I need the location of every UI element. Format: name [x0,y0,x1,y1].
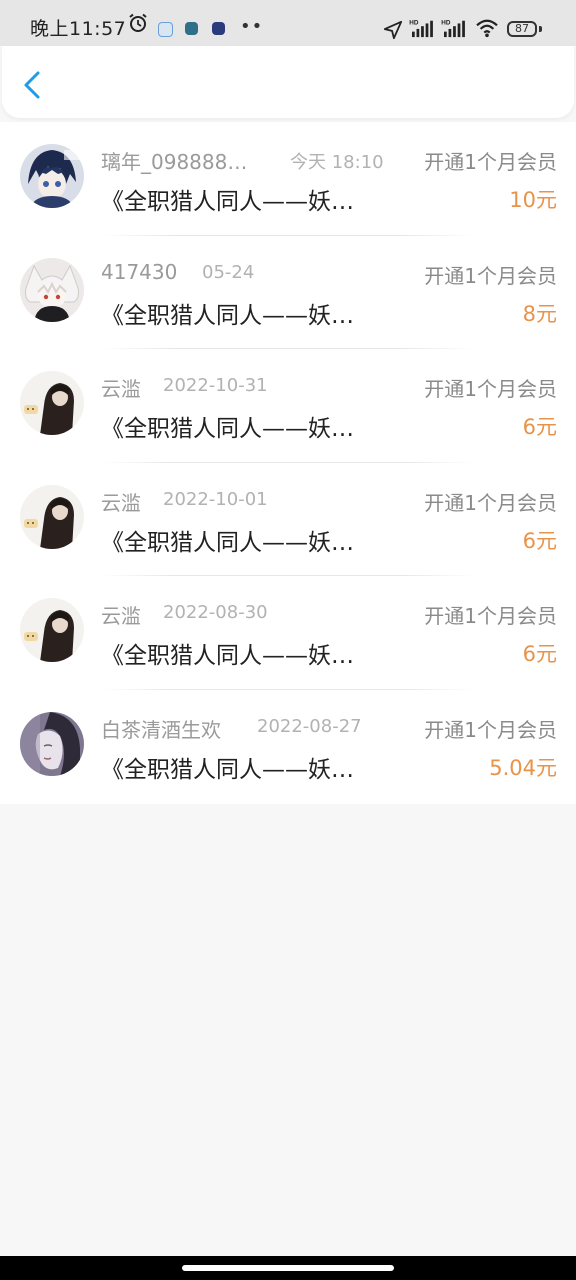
avatar[interactable] [20,598,84,663]
record-amount: 6元 [522,415,557,440]
avatar[interactable] [20,711,84,776]
record-meta-row: 白茶清酒生欢 2022-08-27 开通1个月会员 [101,712,557,743]
book-title: 《全职猎人同人——妖… [101,529,354,556]
list-item[interactable]: 云滥 2022-10-31 开通1个月会员 《全职猎人同人——妖… 6元 [0,349,576,463]
record-date: 2022-08-27 [257,715,362,737]
book-title: 《全职猎人同人——妖… [101,189,354,215]
back-button[interactable] [16,68,50,102]
location-icon [383,20,403,40]
app-notif-icon [158,22,173,37]
record-action: 开通1个月会员 [424,263,557,288]
record-action: 开通1个月会员 [424,150,557,174]
record-action: 开通1个月会员 [424,377,557,402]
record-meta-row: 417430 05-24 开通1个月会员 [101,258,557,288]
record-amount: 6元 [522,642,557,667]
status-bar: 晚上11:57 •• HD HD 87 [0,0,576,46]
record-amount: 8元 [522,301,557,326]
list-item[interactable]: 云滥 2022-10-01 开通1个月会员 《全职猎人同人——妖… 6元 [0,463,576,577]
record-amount: 5.04元 [489,755,557,780]
record-date: 今天 18:10 [290,152,384,173]
record-date: 2022-10-01 [163,488,268,510]
chevron-left-icon [24,71,40,99]
record-meta-row: 云滥 2022-08-30 开通1个月会员 [101,598,557,629]
record-detail-row: 《全职猎人同人——妖… 6元 [101,636,557,669]
header [2,46,574,118]
list-item[interactable]: 417430 05-24 开通1个月会员 《全职猎人同人——妖… 8元 [0,236,576,350]
record-amount: 6元 [522,528,557,553]
username[interactable]: 云滥 [101,373,141,402]
username[interactable]: 云滥 [101,600,141,629]
username[interactable]: 417430 [101,260,177,284]
record-detail-row: 《全职猎人同人——妖… 8元 [101,296,557,329]
book-title: 《全职猎人同人——妖… [101,643,354,670]
list-item[interactable]: 白茶清酒生欢 2022-08-27 开通1个月会员 《全职猎人同人——妖… 5.… [0,690,576,804]
hd-signal-icon: HD [441,19,465,38]
record-action: 开通1个月会员 [424,717,557,742]
book-title: 《全职猎人同人——妖… [101,302,354,329]
book-title: 《全职猎人同人——妖… [101,756,354,783]
membership-record-list: 璃年_098888… 今天 18:10 开通1个月会员 《全职猎人同人——妖… … [0,122,576,804]
status-time: 晚上11:57 [30,18,127,40]
username[interactable]: 白茶清酒生欢 [101,714,221,743]
record-detail-row: 《全职猎人同人——妖… 6元 [101,409,557,442]
record-detail-row: 《全职猎人同人——妖… 5.04元 [101,750,557,783]
more-icon: •• [240,16,264,37]
list-item[interactable]: 璃年_098888… 今天 18:10 开通1个月会员 《全职猎人同人——妖… … [0,122,576,236]
username[interactable]: 云滥 [101,487,141,516]
avatar[interactable] [20,484,84,549]
record-detail-row: 《全职猎人同人——妖… 6元 [101,523,557,556]
wifi-icon [476,19,498,38]
avatar[interactable] [20,144,84,208]
record-date: 2022-08-30 [163,602,268,624]
hd-signal-icon: HD [409,19,433,38]
username[interactable]: 璃年_098888… [101,146,273,175]
record-date: 05-24 [202,261,255,283]
record-action: 开通1个月会员 [424,604,557,629]
record-detail-row: 《全职猎人同人——妖… 10元 [101,182,557,215]
list-item[interactable]: 云滥 2022-08-30 开通1个月会员 《全职猎人同人——妖… 6元 [0,576,576,690]
app-notif-icon [212,22,225,35]
alarm-icon [129,13,147,32]
record-action: 开通1个月会员 [424,490,557,515]
battery-icon: 87 [507,21,537,37]
record-meta-row: 云滥 2022-10-31 开通1个月会员 [101,371,557,402]
avatar[interactable] [20,257,84,322]
avatar[interactable] [20,371,84,436]
svg-text:HD: HD [441,19,451,26]
home-indicator[interactable] [182,1265,394,1271]
record-date: 2022-10-31 [163,375,268,397]
record-amount: 10元 [509,188,557,212]
battery-tip [539,26,542,32]
svg-text:HD: HD [409,19,419,26]
record-meta-row: 云滥 2022-10-01 开通1个月会员 [101,485,557,516]
app-notif-icon [185,22,198,35]
record-meta-row: 璃年_098888… 今天 18:10 开通1个月会员 [101,144,557,175]
book-title: 《全职猎人同人——妖… [101,416,354,443]
